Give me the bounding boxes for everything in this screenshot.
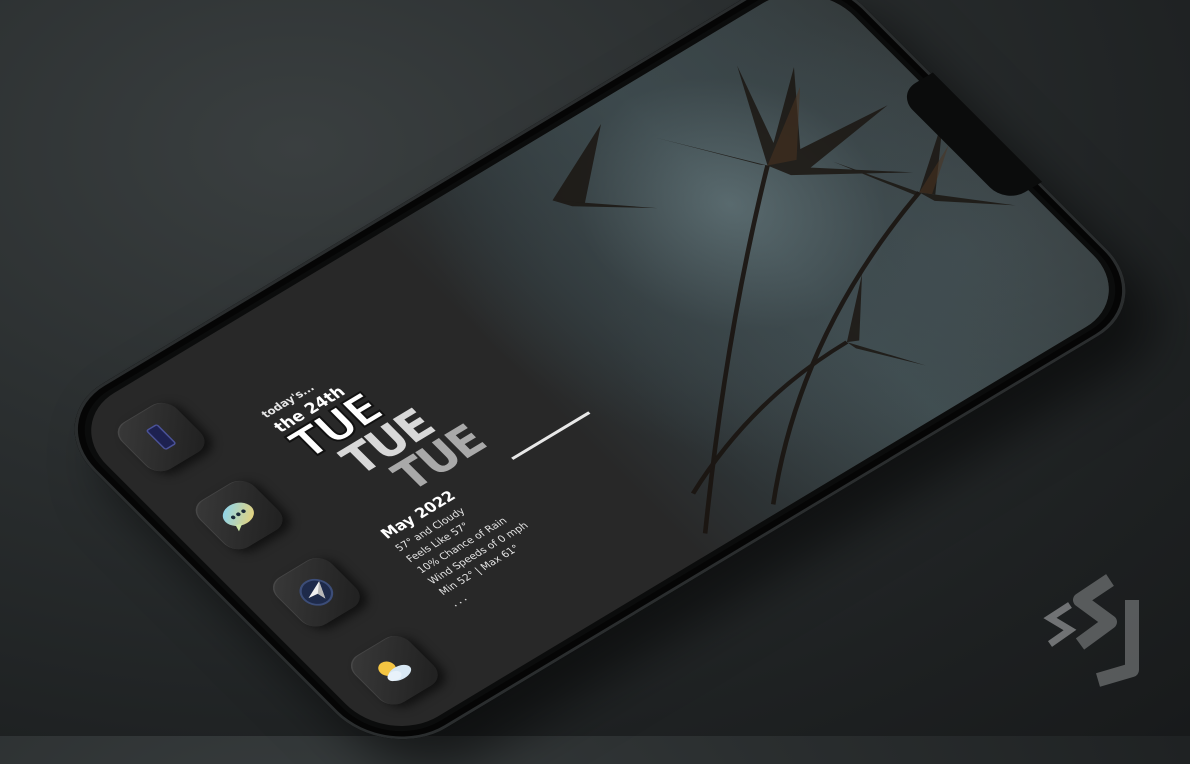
phone-frame: today's... the 24th TUE TUE TUE May 2022… [42, 0, 1158, 764]
compass-icon [299, 579, 334, 606]
home-screen: today's... the 24th TUE TUE TUE May 2022… [64, 0, 1136, 747]
phone-app[interactable] [110, 397, 212, 477]
messages-app[interactable] [188, 474, 290, 555]
weather-app[interactable] [343, 630, 446, 711]
brand-logo-icon [1043, 574, 1139, 687]
maps-app[interactable] [265, 552, 368, 633]
messages-icon [222, 502, 254, 532]
weather-icon [378, 661, 412, 682]
phone-icon [146, 424, 176, 450]
